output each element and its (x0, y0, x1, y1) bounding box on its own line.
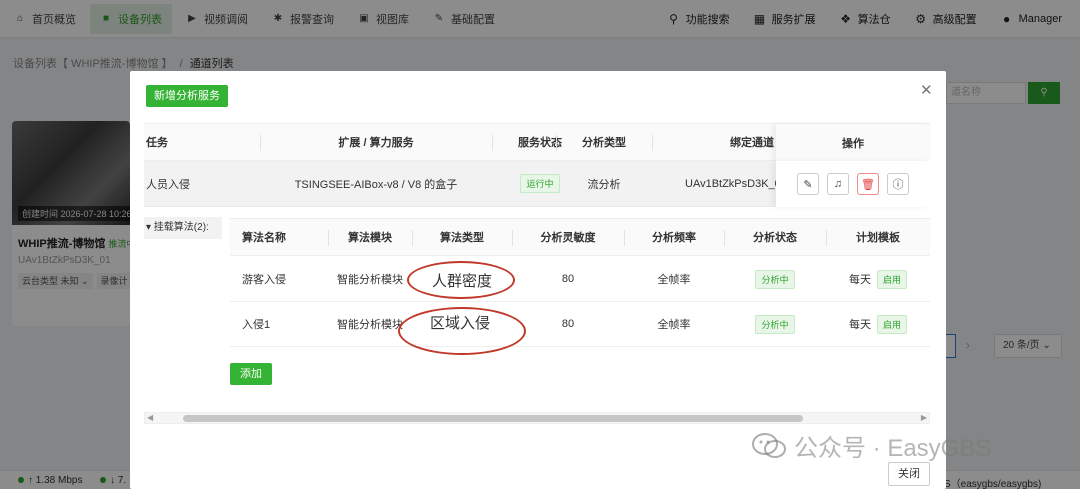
algo-name: 入侵1 (242, 319, 271, 331)
col-operation: 操作 (776, 124, 930, 162)
row-actions: ✎ ♫ 🗑 ⓘ (776, 161, 930, 207)
algo-sensitivity: 80 (561, 273, 575, 285)
new-analysis-service-button[interactable]: 新增分析服务 (146, 85, 228, 107)
service-status-badge: 运行中 (520, 174, 560, 193)
task-name: 人员入侵 (146, 178, 190, 191)
algo-status: 分析中 (724, 257, 826, 301)
algo-frequency: 全帧率 (657, 274, 691, 286)
annotation-area-intrusion: 区域入侵 (430, 315, 491, 332)
algo-plan-text: 每天 (848, 319, 871, 331)
service-table-header: 任务 扩展 / 算力服务 服务状态 分析类型 绑定通道 操作 (144, 123, 930, 162)
col-algo-module: 算法模块 (348, 232, 392, 244)
trash-icon: 🗑 (861, 178, 875, 191)
scroll-right-icon[interactable]: ▶ (921, 413, 927, 423)
col-analysis-status: 分析状态 (753, 232, 797, 244)
algo-status-badge: 分析中 (755, 269, 795, 289)
col-sensitivity: 分析灵敏度 (540, 232, 596, 244)
algo-status: 分析中 (724, 302, 826, 346)
service-name: TSINGSEE-AIBox-v8 / V8 的盒子 (294, 178, 458, 191)
horizontal-scrollbar[interactable]: ◀ ▶ (144, 412, 930, 424)
close-button[interactable]: 关闭 (888, 462, 930, 486)
watermark-text: 公众号 · EasyGBS (794, 435, 992, 462)
col-plan-template: 计划模板 (856, 232, 900, 244)
algo-name: 游客入侵 (242, 274, 286, 286)
algo-sensitivity: 80 (561, 318, 575, 330)
add-algorithm-button[interactable]: 添加 (230, 363, 272, 385)
algo-frequency: 全帧率 (657, 319, 691, 331)
col-service: 扩展 / 算力服务 (338, 137, 414, 149)
algorithm-row[interactable]: 游客入侵 智能分析模块 80 全帧率 分析中 每天 启用 (230, 257, 930, 302)
algo-plan-text: 每天 (848, 274, 871, 286)
col-type: 分析类型 (582, 137, 626, 149)
scroll-left-icon[interactable]: ◀ (147, 413, 153, 423)
col-algo-name: 算法名称 (242, 232, 286, 244)
col-algo-type: 算法类型 (440, 232, 484, 244)
watermark: 公众号 · EasyGBS (752, 428, 991, 463)
algorithm-row[interactable]: 入侵1 智能分析模块 80 全帧率 分析中 每天 启用 (230, 302, 930, 347)
close-icon[interactable]: ✕ (920, 83, 933, 98)
col-frequency: 分析频率 (652, 232, 696, 244)
plan-enabled-badge: 启用 (876, 314, 907, 334)
wechat-icon (752, 432, 786, 458)
mounted-algorithms-toggle[interactable]: ▾ 挂载算法(2): (144, 217, 222, 239)
col-task: 任务 (146, 137, 168, 149)
algo-plan: 每天 启用 (826, 257, 930, 301)
plan-enabled-badge: 启用 (876, 269, 907, 289)
scrollbar-thumb[interactable] (183, 415, 803, 422)
edit-button[interactable]: ✎ (797, 173, 819, 195)
service-row[interactable]: 人员入侵 TSINGSEE-AIBox-v8 / V8 的盒子 运行中 流分析 … (144, 161, 930, 207)
annotation-crowd-density: 人群密度 (432, 273, 493, 290)
info-icon: ⓘ (892, 179, 904, 191)
algo-module: 智能分析模块 (337, 274, 403, 286)
edit-icon: ✎ (803, 178, 813, 191)
delete-button[interactable]: 🗑 (857, 173, 879, 195)
algorithm-table-header: 算法名称 算法模块 算法类型 分析灵敏度 分析频率 分析状态 计划模板 (230, 218, 930, 256)
analysis-service-modal: 新增分析服务 ✕ 任务 扩展 / 算力服务 服务状态 分析类型 绑定通道 操作 … (130, 71, 946, 489)
bell-icon: ♫ (833, 178, 843, 190)
alarm-config-button[interactable]: ♫ (827, 173, 849, 195)
analysis-type: 流分析 (587, 178, 621, 191)
info-button[interactable]: ⓘ (887, 173, 909, 195)
algo-status-badge: 分析中 (755, 314, 795, 334)
algo-plan: 每天 启用 (826, 302, 930, 346)
